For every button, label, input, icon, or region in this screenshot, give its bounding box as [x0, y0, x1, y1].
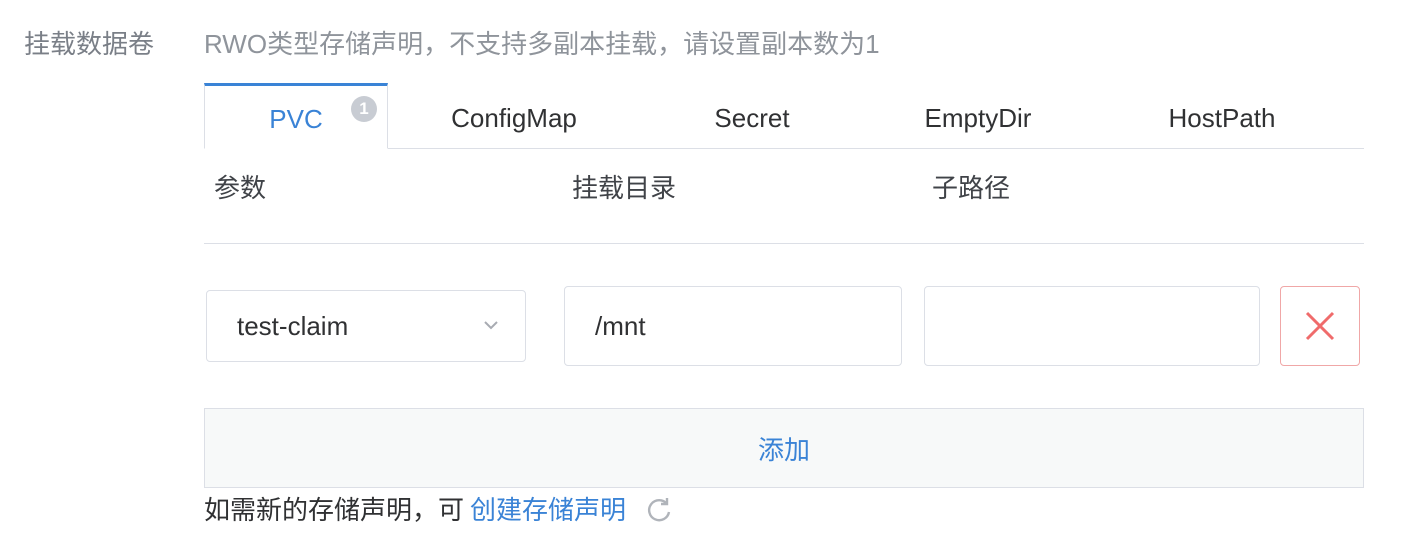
tab-secret-label: Secret: [714, 103, 790, 133]
tab-pvc[interactable]: PVC 1: [204, 83, 388, 149]
create-pvc-hint: 如需新的存储声明，可 创建存储声明: [204, 490, 674, 530]
column-header-param: 参数: [214, 173, 267, 203]
pvc-select[interactable]: test-claim: [206, 290, 526, 362]
form-label: 挂载数据卷: [24, 29, 155, 59]
pvc-select-value: test-claim: [237, 310, 349, 341]
add-volume-label: 添加: [757, 434, 810, 465]
subpath-input[interactable]: [924, 286, 1260, 366]
tab-hostpath-label: HostPath: [1168, 103, 1276, 133]
tab-emptydir[interactable]: EmptyDir: [880, 84, 1076, 148]
tab-emptydir-label: EmptyDir: [924, 103, 1032, 133]
tab-secret[interactable]: Secret: [654, 84, 850, 148]
tab-pvc-badge: 1: [351, 96, 377, 122]
tab-pvc-label: PVC: [269, 104, 323, 134]
chevron-down-icon: [484, 321, 498, 330]
replica-hint: RWO类型存储声明，不支持多副本挂载，请设置副本数为1: [204, 29, 880, 59]
tab-hostpath[interactable]: HostPath: [1120, 84, 1324, 148]
close-icon: [1305, 311, 1335, 341]
create-pvc-link[interactable]: 创建存储声明: [470, 490, 626, 530]
delete-row-button[interactable]: [1280, 286, 1360, 366]
refresh-icon[interactable]: [644, 495, 674, 525]
create-pvc-hint-text: 如需新的存储声明，可: [204, 495, 465, 525]
column-header-mount-path: 挂载目录: [572, 173, 677, 203]
mount-path-input[interactable]: [564, 286, 902, 366]
tab-configmap[interactable]: ConfigMap: [404, 84, 624, 148]
column-header-subpath: 子路径: [932, 173, 1011, 203]
add-volume-button[interactable]: 添加: [204, 408, 1364, 488]
header-divider: [204, 243, 1364, 244]
tab-configmap-label: ConfigMap: [451, 103, 577, 133]
volume-type-tabs: PVC 1 ConfigMap Secret EmptyDir HostPath: [204, 83, 1364, 149]
